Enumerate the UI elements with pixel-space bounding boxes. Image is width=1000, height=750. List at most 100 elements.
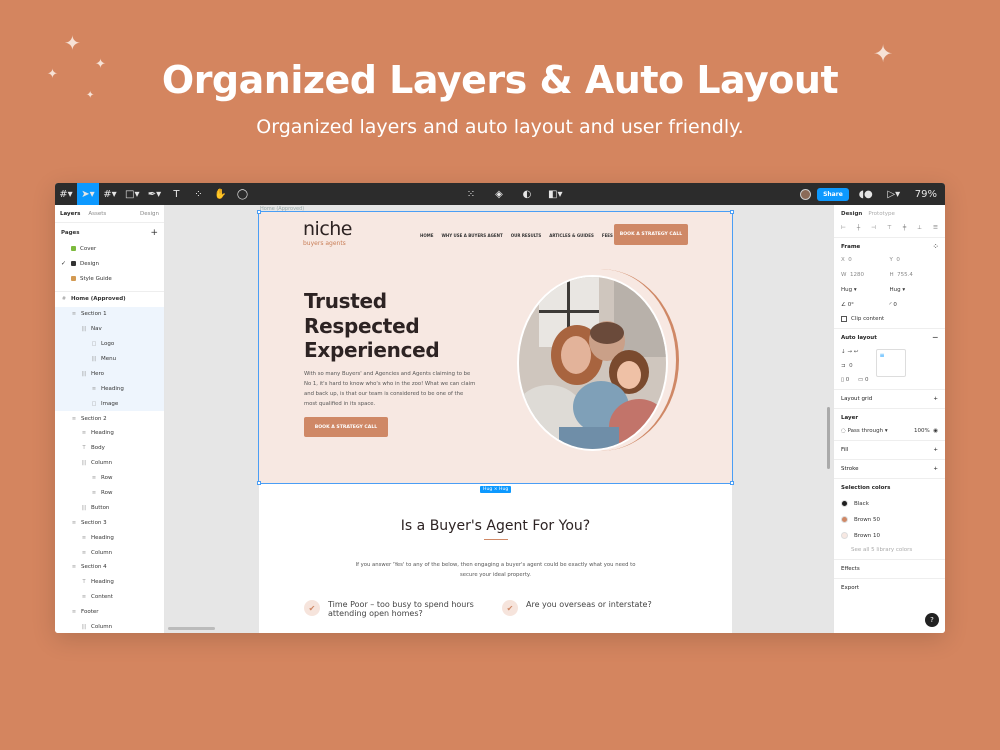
- vertical-direction-icon[interactable]: ↓: [841, 349, 846, 355]
- add-fill-icon[interactable]: +: [933, 447, 938, 453]
- layer-row[interactable]: ≡ Heading: [55, 426, 164, 441]
- layer-row[interactable]: # Home (Approved): [55, 292, 164, 307]
- component-icon[interactable]: ⁙: [460, 183, 482, 205]
- grid-icon[interactable]: ⁘: [933, 244, 938, 250]
- horizontal-scrollbar[interactable]: [168, 627, 215, 630]
- layer-row[interactable]: ≡ Section 1: [55, 306, 164, 322]
- mask-icon[interactable]: ◈: [488, 183, 510, 205]
- horizontal-direction-icon[interactable]: →: [847, 349, 852, 355]
- layer-row[interactable]: ≡ Heading: [55, 381, 164, 397]
- tab-layers[interactable]: Layers: [60, 211, 80, 217]
- layer-row[interactable]: ≡ Heading: [55, 530, 164, 545]
- layer-row[interactable]: ≡ Column: [55, 545, 164, 560]
- clip-checkbox[interactable]: [841, 316, 847, 322]
- color-swatch[interactable]: [841, 532, 848, 539]
- present-icon[interactable]: ▷▾: [883, 183, 905, 205]
- tab-design[interactable]: Design: [841, 211, 862, 217]
- resize-handle[interactable]: [730, 210, 734, 214]
- site-logo[interactable]: niche: [303, 218, 353, 240]
- resize-handle[interactable]: [730, 481, 734, 485]
- layer-row[interactable]: T Heading: [55, 575, 164, 590]
- hero-family-photo[interactable]: [517, 275, 668, 451]
- hand-tool-icon[interactable]: ✋: [209, 183, 231, 205]
- color-swatch[interactable]: [841, 516, 848, 523]
- menu-item-fees[interactable]: FEES: [602, 233, 613, 238]
- add-page-icon[interactable]: +: [150, 228, 158, 238]
- move-tool-icon[interactable]: ➤▾: [77, 183, 99, 205]
- align-top-icon[interactable]: ⊤: [887, 225, 892, 231]
- shape-tool-icon[interactable]: □▾: [121, 183, 143, 205]
- menu-item-results[interactable]: OUR RESULTS: [511, 233, 542, 238]
- padding-v-field[interactable]: 0: [865, 377, 869, 383]
- distribute-icon[interactable]: ☰: [933, 225, 938, 231]
- layer-row[interactable]: ≡ Section 3: [55, 515, 164, 530]
- rotation-field[interactable]: 0°: [848, 302, 854, 308]
- menu-item-why[interactable]: WHY USE A BUYERS AGENT: [441, 233, 502, 238]
- menu-item-home[interactable]: HOME: [420, 233, 433, 238]
- layer-row[interactable]: T Body: [55, 441, 164, 456]
- add-grid-icon[interactable]: +: [933, 396, 938, 402]
- gap-field[interactable]: 0: [849, 363, 853, 369]
- tab-assets[interactable]: Assets: [88, 211, 106, 217]
- layer-row[interactable]: ≡ Section 2: [55, 411, 164, 426]
- h-field[interactable]: 755.4: [897, 272, 913, 278]
- alignment-grid[interactable]: ≡: [876, 349, 907, 377]
- y-field[interactable]: 0: [896, 257, 900, 263]
- layer-row[interactable]: ≡ Row: [55, 471, 164, 486]
- nav-cta-button[interactable]: BOOK A STRATEGY CALL: [614, 224, 688, 245]
- selection-color-item[interactable]: Brown 10: [841, 532, 938, 539]
- layer-row[interactable]: □ Logo: [55, 336, 164, 352]
- width-sizing[interactable]: Hug: [841, 287, 852, 293]
- layer-row[interactable]: ≡ Section 4: [55, 560, 164, 575]
- height-sizing[interactable]: Hug: [890, 287, 901, 293]
- layer-row[interactable]: ||| Menu: [55, 351, 164, 367]
- layer-row[interactable]: ||| Hero: [55, 366, 164, 382]
- resources-icon[interactable]: ⁘: [187, 183, 209, 205]
- layer-row[interactable]: ||| Button: [55, 500, 164, 515]
- layer-row[interactable]: ≡ Row: [55, 486, 164, 501]
- color-swatch[interactable]: [841, 500, 848, 507]
- resize-handle[interactable]: [257, 481, 261, 485]
- visibility-icon[interactable]: ◉: [933, 428, 938, 434]
- share-button[interactable]: Share: [817, 187, 849, 201]
- layer-row[interactable]: ||| Nav: [55, 321, 164, 337]
- boolean-icon[interactable]: ◧▾: [544, 183, 566, 205]
- tab-prototype[interactable]: Prototype: [868, 211, 895, 217]
- wrap-icon[interactable]: ↩: [854, 349, 859, 355]
- avatar[interactable]: [800, 188, 812, 200]
- hero-cta-button[interactable]: BOOK A STRATEGY CALL: [304, 417, 388, 437]
- page-item[interactable]: Cover: [55, 241, 164, 256]
- page-frame[interactable]: niche buyers agents HOME WHY USE A BUYER…: [257, 210, 734, 633]
- x-field[interactable]: 0: [848, 257, 852, 263]
- blend-mode-select[interactable]: ◌ Pass through ▾: [841, 428, 888, 434]
- align-left-icon[interactable]: ⊢: [841, 225, 846, 231]
- main-menu-icon[interactable]: #▾: [55, 183, 77, 205]
- section-1-selection[interactable]: niche buyers agents HOME WHY USE A BUYER…: [257, 210, 734, 485]
- library-colors-link[interactable]: See all 5 library colors: [841, 547, 938, 553]
- zoom-level[interactable]: 79%: [911, 183, 941, 205]
- frame-tool-icon[interactable]: #▾: [99, 183, 121, 205]
- page-item[interactable]: Style Guide: [55, 271, 164, 286]
- align-middle-icon[interactable]: ╪: [903, 225, 906, 231]
- w-field[interactable]: 1280: [850, 272, 864, 278]
- canvas[interactable]: Home (Approved) niche buyers agents HOME…: [165, 205, 833, 633]
- text-tool-icon[interactable]: T: [165, 183, 187, 205]
- help-button[interactable]: ?: [925, 613, 939, 627]
- remove-auto-layout-icon[interactable]: —: [933, 335, 939, 341]
- align-center-icon[interactable]: ┼: [857, 225, 860, 231]
- layer-row[interactable]: ||| Column: [55, 620, 164, 633]
- tab-design-page[interactable]: Design: [140, 211, 159, 217]
- opacity-field[interactable]: 100%: [914, 428, 930, 434]
- contrast-icon[interactable]: ◐: [516, 183, 538, 205]
- layer-row[interactable]: □ Image: [55, 396, 164, 412]
- menu-item-articles[interactable]: ARTICLES & GUIDES: [549, 233, 594, 238]
- layer-row[interactable]: ≡ Content: [55, 590, 164, 605]
- resize-handle[interactable]: [257, 210, 261, 214]
- selection-color-item[interactable]: Brown 50: [841, 516, 938, 523]
- vertical-scrollbar[interactable]: [827, 407, 830, 469]
- align-right-icon[interactable]: ⊣: [871, 225, 876, 231]
- align-bottom-icon[interactable]: ⊥: [917, 225, 922, 231]
- dev-mode-toggle[interactable]: ◖●: [855, 183, 877, 205]
- page-item[interactable]: ✓ Design: [55, 256, 164, 271]
- add-stroke-icon[interactable]: +: [933, 466, 938, 472]
